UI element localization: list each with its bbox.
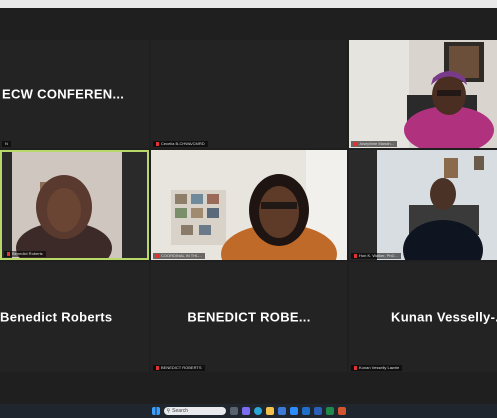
- zoom-app-icon[interactable]: [289, 407, 298, 415]
- participant-tile-video-3[interactable]: Hon K. Walker, PhD...: [349, 150, 497, 260]
- participant-label: Cecelia B-CHWA/CMRD: [153, 141, 208, 147]
- mic-muted-icon: [156, 365, 159, 370]
- participant-name: Kunan Vesselly-...: [391, 309, 497, 325]
- participant-video: [151, 150, 347, 260]
- excel-icon[interactable]: [325, 407, 334, 415]
- chat-icon[interactable]: [241, 407, 250, 415]
- participant-name: Benedict Roberts: [0, 309, 113, 325]
- participant-name: BENEDICT ROBE...: [187, 309, 311, 325]
- participant-video: [349, 40, 497, 148]
- participant-label: Kunan Vesselly Lawrie: [351, 365, 403, 371]
- participant-name: ECW CONFEREN...: [2, 86, 125, 102]
- search-icon: ⚲: [166, 408, 171, 414]
- participant-label: Josephine Manah...: [351, 141, 397, 147]
- mic-muted-icon: [354, 253, 357, 258]
- mic-muted-icon: [7, 251, 10, 256]
- participant-label: Hon K. Walker, PhD...: [351, 253, 401, 259]
- windows-taskbar: ⚲ Search: [0, 404, 497, 418]
- mail-icon[interactable]: [301, 407, 310, 415]
- edge-browser-icon[interactable]: [253, 407, 262, 415]
- participant-tile-video-active[interactable]: Benedict Roberts: [0, 150, 149, 260]
- taskbar-search-box[interactable]: ⚲ Search: [163, 407, 226, 415]
- mic-muted-icon: [156, 141, 159, 146]
- participant-video: [2, 152, 147, 258]
- mic-muted-icon: [354, 141, 357, 146]
- search-placeholder: Search: [172, 408, 189, 414]
- window-title-bar: [0, 0, 497, 8]
- mic-muted-icon: [354, 365, 357, 370]
- participant-tile-ecw-conference[interactable]: ECW CONFEREN... N: [0, 40, 149, 148]
- file-explorer-icon[interactable]: [265, 407, 274, 415]
- participant-tile-benedict-roberts[interactable]: Benedict Roberts: [0, 262, 149, 372]
- participant-tile-cecelia[interactable]: Cecelia B-CHWA/CMRD: [151, 40, 347, 148]
- task-view-icon[interactable]: [229, 407, 238, 415]
- participant-label: Benedict Roberts: [4, 251, 46, 257]
- participant-label: COORDINAL IN THL...: [153, 253, 205, 259]
- participant-video: [349, 150, 497, 260]
- powerpoint-icon[interactable]: [337, 407, 346, 415]
- mic-muted-icon: [156, 253, 159, 258]
- participant-label: N: [2, 141, 11, 147]
- store-icon[interactable]: [277, 407, 286, 415]
- windows-start-icon[interactable]: [151, 407, 160, 415]
- participant-tile-video-1[interactable]: Josephine Manah...: [349, 40, 497, 148]
- participant-tile-video-2[interactable]: COORDINAL IN THL...: [151, 150, 347, 260]
- word-icon[interactable]: [313, 407, 322, 415]
- participant-tile-kunan-vesselly[interactable]: Kunan Vesselly-... Kunan Vesselly Lawrie: [349, 262, 497, 372]
- participant-tile-benedict-robe[interactable]: BENEDICT ROBE... BENEDICT ROBERTS: [151, 262, 347, 372]
- participant-label: BENEDICT ROBERTS: [153, 365, 205, 371]
